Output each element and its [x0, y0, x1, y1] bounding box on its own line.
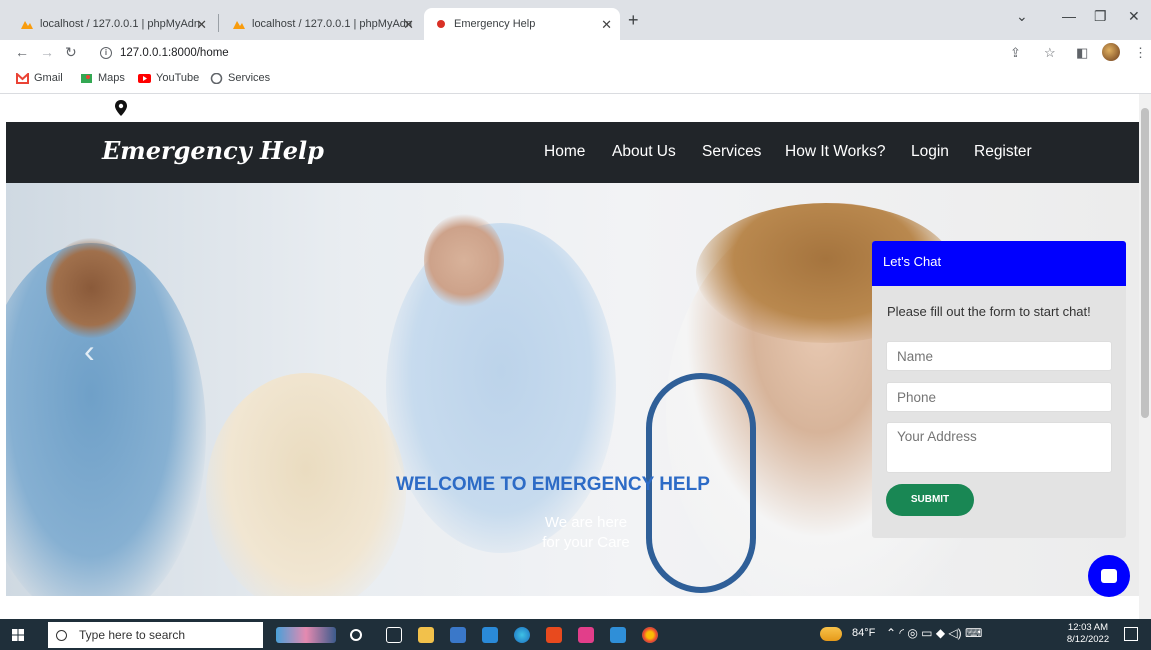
windows-start-icon[interactable] [12, 629, 24, 641]
menu-kebab-icon[interactable]: ⋮ [1134, 45, 1147, 61]
chat-header: Let's Chat [872, 241, 1126, 286]
nav-about-us[interactable]: About Us [612, 143, 676, 161]
minimize-icon[interactable]: — [1062, 8, 1076, 24]
phpmyadmin-icon [21, 21, 33, 29]
tab-title: Emergency Help [454, 18, 536, 30]
profile-avatar[interactable] [1102, 43, 1120, 61]
hero-figure-hair [46, 238, 136, 338]
search-icon [56, 629, 67, 641]
nav-how-it-works[interactable]: How It Works? [785, 143, 886, 161]
youtube-icon [138, 73, 151, 83]
file-explorer-icon[interactable] [418, 627, 434, 643]
bookmark-label: Services [228, 72, 271, 84]
reload-icon[interactable]: ↻ [65, 44, 77, 61]
tab-divider [218, 14, 219, 32]
tab-phpmyadmin-1[interactable]: localhost / 127.0.0.1 | phpMyAdn ✕ [10, 8, 215, 40]
bookmark-gmail[interactable]: Gmail [16, 72, 63, 84]
bookmarks-bar: Gmail Maps YouTube Services [0, 66, 1151, 94]
share-icon[interactable]: ⇪ [1010, 45, 1021, 61]
tab-search-chevron-icon[interactable]: ⌄ [1016, 8, 1028, 25]
site-info-icon[interactable]: i [100, 47, 112, 59]
tab-title: localhost / 127.0.0.1 | phpMyAdn [40, 18, 201, 30]
taskbar-search-placeholder: Type here to search [79, 628, 186, 642]
clock-date: 8/12/2022 [1066, 634, 1110, 645]
nav-login[interactable]: Login [911, 143, 949, 161]
page-scrollbar[interactable] [1139, 94, 1151, 619]
tab-emergency-help[interactable]: Emergency Help ✕ [424, 8, 620, 40]
system-tray-icons[interactable]: ⌃ ◜ ◎ ▭ ◆ ◁) ⌨ [886, 626, 982, 640]
taskbar-search-box[interactable]: Type here to search [48, 622, 263, 648]
chat-widget: Let's Chat Please fill out the form to s… [872, 241, 1126, 538]
chat-bubble-icon [1101, 569, 1117, 583]
bookmark-label: Gmail [34, 72, 63, 84]
browser-tab-strip: localhost / 127.0.0.1 | phpMyAdn ✕ local… [0, 0, 1151, 40]
mail-icon[interactable] [482, 627, 498, 643]
chat-intro-text: Please fill out the form to start chat! [887, 304, 1091, 319]
hero-tagline-line2: for your Care [542, 534, 630, 551]
clock-time: 12:03 AM [1067, 622, 1109, 633]
cortana-icon[interactable] [350, 629, 362, 641]
nav-home[interactable]: Home [544, 143, 585, 161]
restore-icon[interactable]: ❐ [1094, 8, 1107, 25]
bookmark-youtube[interactable]: YouTube [138, 72, 199, 84]
xampp-icon[interactable] [578, 627, 594, 643]
new-tab-icon[interactable]: + [628, 10, 639, 31]
tab-phpmyadmin-2[interactable]: localhost / 127.0.0.1 | phpMyAdn ✕ [222, 8, 422, 40]
url-bar[interactable]: i 127.0.0.1:8000/home [100, 43, 1000, 63]
chrome-icon[interactable] [642, 627, 658, 643]
search-highlight-icon[interactable] [276, 627, 336, 643]
close-tab-icon[interactable]: ✕ [601, 17, 612, 33]
vscode-icon[interactable] [610, 627, 626, 643]
task-view-icon[interactable] [386, 627, 402, 643]
nav-register[interactable]: Register [974, 143, 1032, 161]
bookmark-star-icon[interactable]: ☆ [1044, 45, 1056, 61]
location-pin-icon [115, 100, 127, 116]
site-brand-logo[interactable]: Emergency Help [102, 136, 324, 165]
address-toolbar: ← → ↻ i 127.0.0.1:8000/home ⇪ ☆ ◧ ⋮ [0, 40, 1151, 66]
bookmark-label: Maps [98, 72, 125, 84]
chat-toggle-button[interactable] [1088, 555, 1130, 597]
edge-icon[interactable] [514, 627, 530, 643]
close-window-icon[interactable]: ✕ [1128, 8, 1140, 25]
chat-submit-button[interactable]: SUBMIT [886, 484, 974, 516]
phpmyadmin-icon [233, 21, 245, 29]
chat-name-input[interactable] [886, 341, 1112, 371]
taskbar-clock[interactable]: 12:03 AM 8/12/2022 [1062, 622, 1114, 646]
chat-phone-input[interactable] [886, 382, 1112, 412]
web-page: Emergency Help Home About Us Services Ho… [0, 94, 1151, 619]
bookmark-label: YouTube [156, 72, 200, 84]
globe-icon [210, 72, 223, 84]
forward-icon[interactable]: → [40, 44, 54, 60]
chat-address-input[interactable] [886, 422, 1112, 473]
top-info-strip [6, 94, 1139, 122]
url-text: 127.0.0.1:8000/home [120, 47, 229, 59]
carousel-prev-icon[interactable]: ‹ [84, 333, 95, 370]
scrollbar-thumb[interactable] [1141, 108, 1149, 418]
back-icon[interactable]: ← [15, 44, 29, 60]
tab-title: localhost / 127.0.0.1 | phpMyAdn [252, 18, 413, 30]
close-tab-icon[interactable]: ✕ [403, 17, 414, 33]
store-icon[interactable] [450, 627, 466, 643]
site-favicon-icon [437, 20, 445, 28]
os-taskbar: Type here to search 84°F ⌃ ◜ ◎ ▭ ◆ ◁) ⌨ … [0, 619, 1151, 650]
office-icon[interactable] [546, 627, 562, 643]
hero-tagline-line1: We are here [544, 514, 628, 531]
maps-icon [81, 73, 92, 83]
gmail-icon [16, 72, 29, 84]
nav-services[interactable]: Services [702, 143, 761, 161]
notifications-icon[interactable] [1124, 627, 1138, 641]
side-panel-icon[interactable]: ◧ [1076, 45, 1088, 61]
weather-icon[interactable] [820, 627, 842, 641]
weather-temp[interactable]: 84°F [852, 627, 875, 639]
hero-heading: WELCOME TO EMERGENCY HELP [396, 474, 710, 495]
site-navbar: Emergency Help Home About Us Services Ho… [6, 122, 1139, 183]
hero-figure-face [424, 213, 504, 308]
hero-figure-patient [206, 373, 406, 596]
bookmark-maps[interactable]: Maps [80, 72, 125, 84]
close-tab-icon[interactable]: ✕ [196, 17, 207, 33]
bookmark-services[interactable]: Services [210, 72, 270, 84]
